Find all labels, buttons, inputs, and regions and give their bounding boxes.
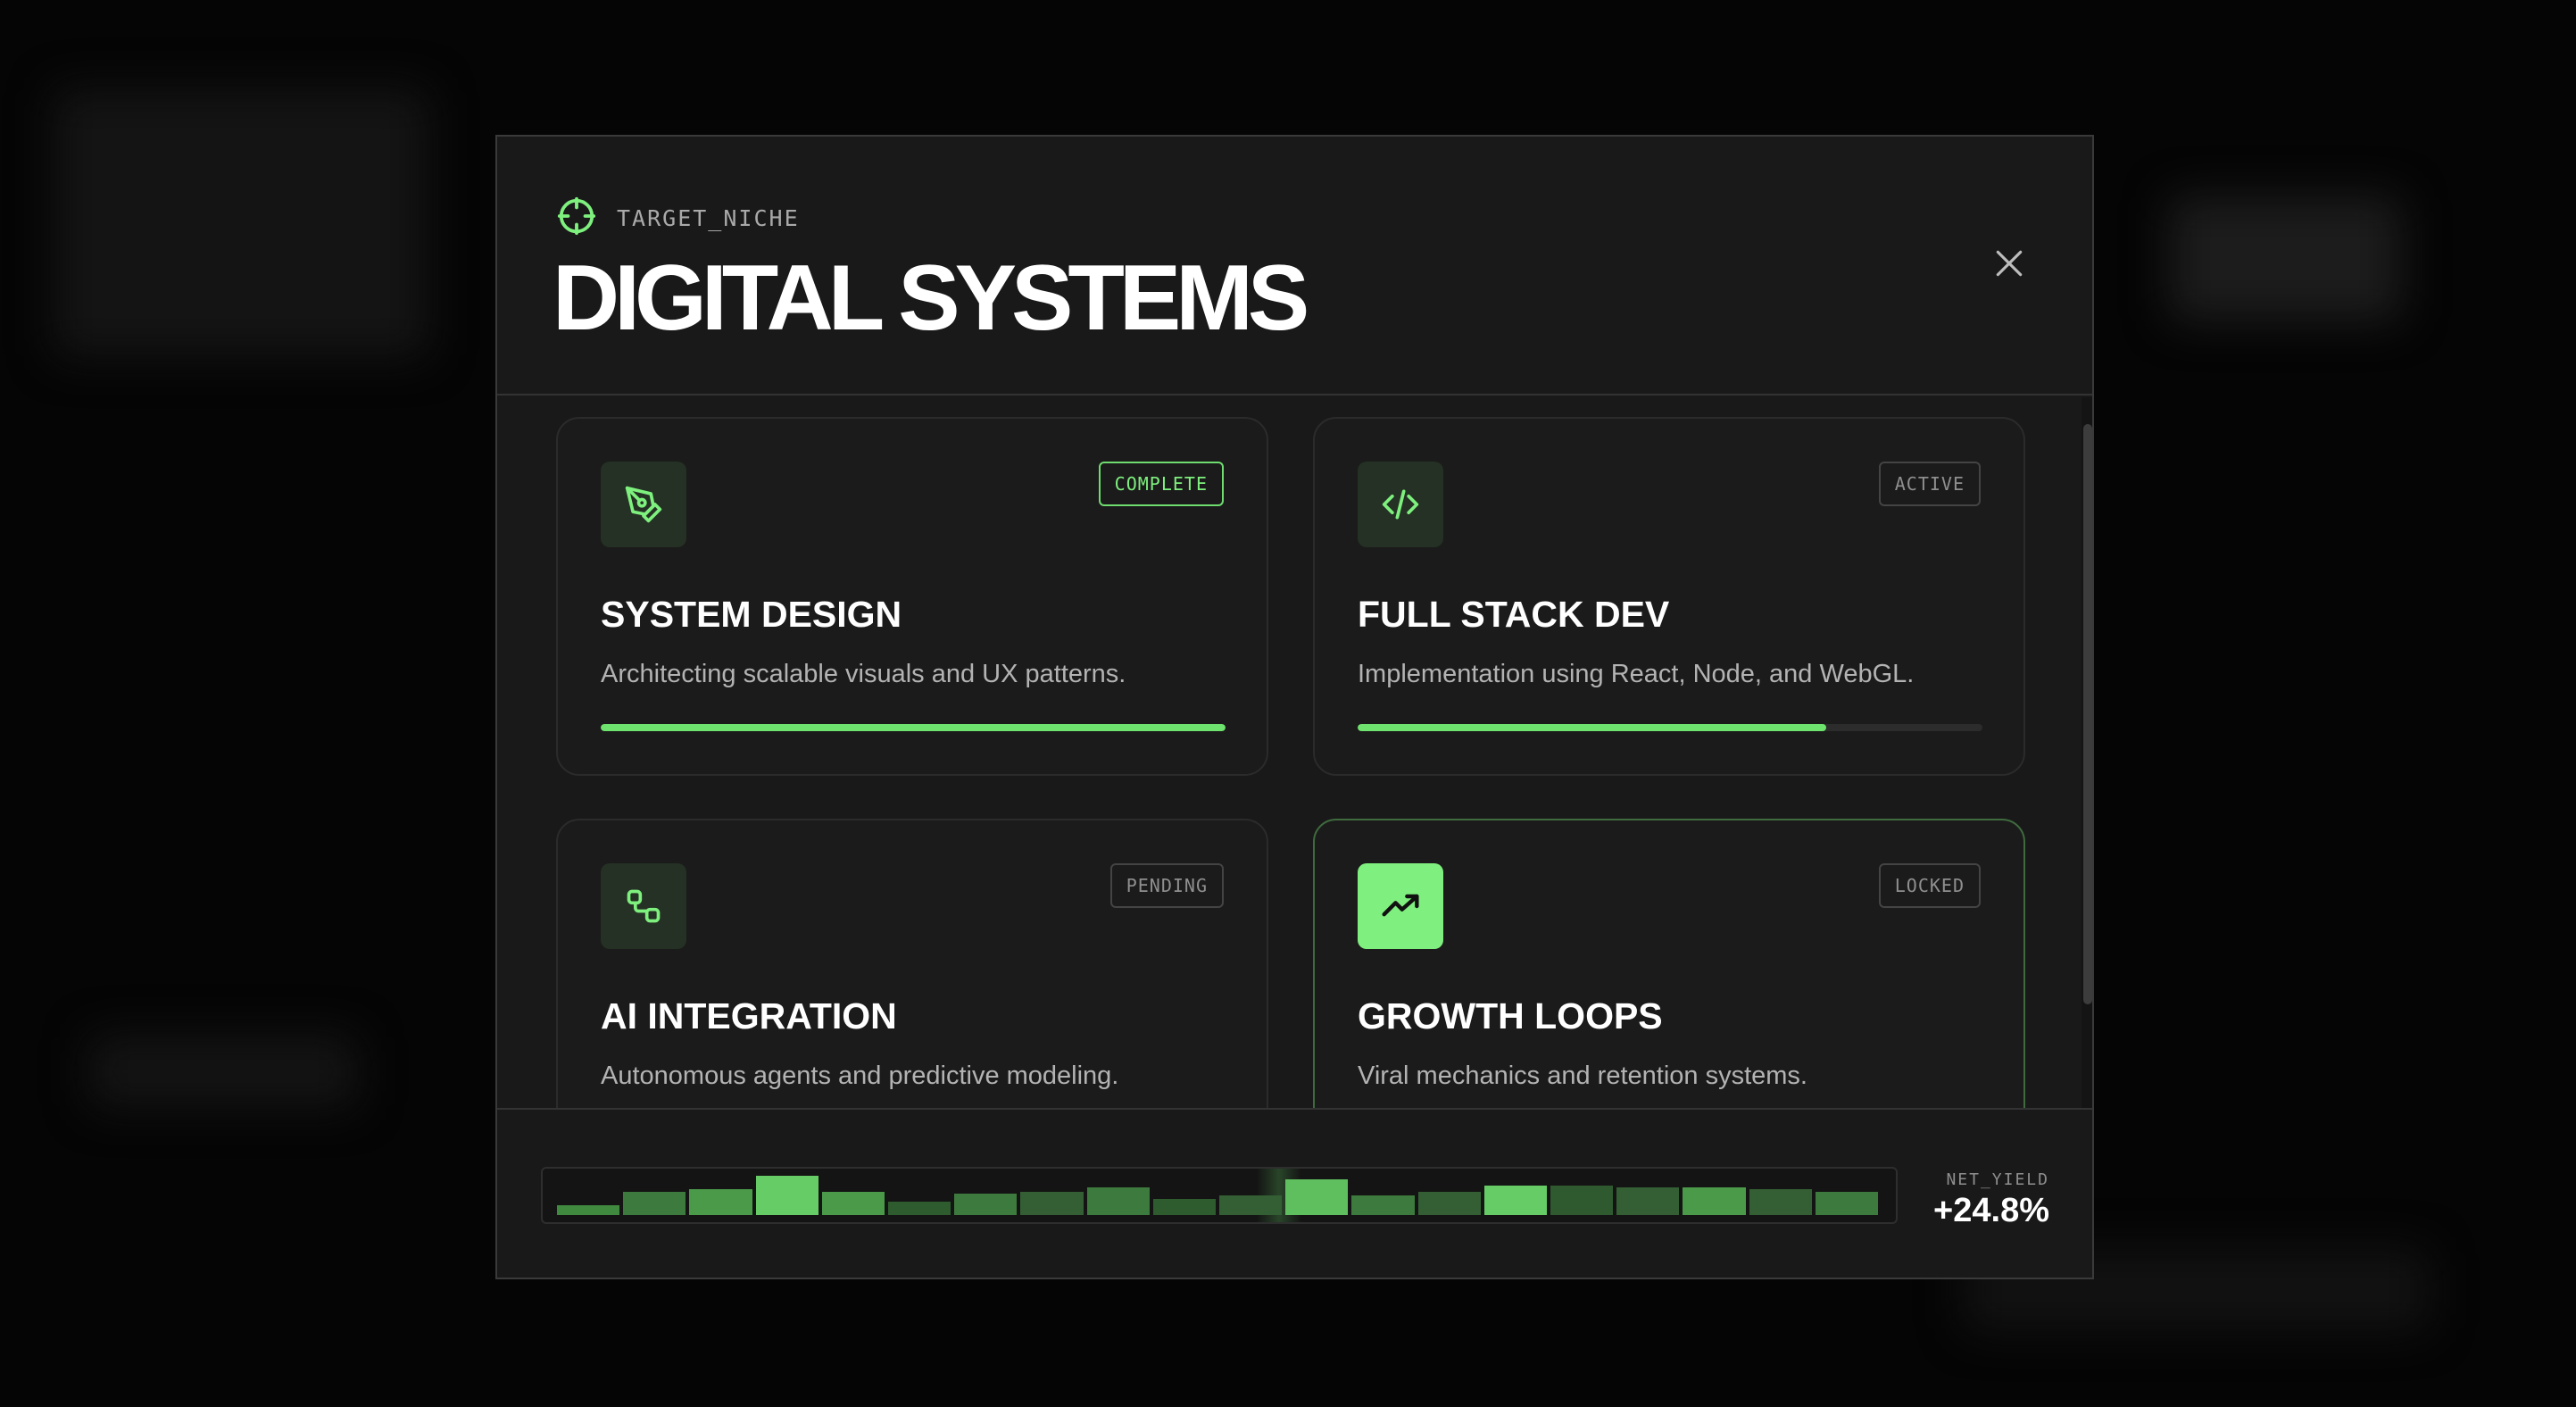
sparkline-bar <box>1749 1189 1812 1215</box>
status-badge: LOCKED <box>1878 863 1981 908</box>
card-system-design[interactable]: COMPLETE SYSTEM DESIGN Architecting scal… <box>556 417 1268 776</box>
eyebrow-row: TARGET_NICHE <box>556 196 800 241</box>
sparkline-bar <box>1550 1186 1614 1215</box>
workflow-icon <box>624 887 663 926</box>
card-icon-container <box>1358 863 1443 949</box>
status-badge: PENDING <box>1109 863 1224 908</box>
sparkline-bar <box>954 1194 1018 1215</box>
card-title: FULL STACK DEV <box>1358 594 1670 635</box>
sparkline-bar <box>1219 1195 1283 1215</box>
sparkline-bar <box>888 1202 951 1215</box>
card-icon-container <box>601 462 686 547</box>
trending-up-icon <box>1381 887 1420 926</box>
progress-bar <box>601 724 1226 731</box>
sparkline-bar <box>1152 1199 1216 1215</box>
code-icon <box>1381 485 1420 524</box>
status-badge: ACTIVE <box>1878 462 1981 506</box>
sparkline-bar <box>1616 1187 1680 1215</box>
sparkline-bar <box>1683 1187 1746 1215</box>
backdrop-shape <box>89 1036 357 1107</box>
card-title: AI INTEGRATION <box>601 995 897 1037</box>
sparkline-bar <box>1020 1192 1084 1215</box>
modal-header: TARGET_NICHE DIGITAL SYSTEMS <box>497 137 2092 395</box>
sparkline-bar <box>557 1205 620 1215</box>
sparkline-bars <box>557 1176 1882 1215</box>
scrollbar-thumb[interactable] <box>2083 424 2092 1004</box>
sparkline-bar <box>1483 1186 1547 1215</box>
close-button[interactable] <box>1979 233 2040 294</box>
sparkline-bar <box>1417 1192 1481 1215</box>
crosshair-icon <box>556 196 597 241</box>
modal-dialog: TARGET_NICHE DIGITAL SYSTEMS COMPLETE SY… <box>495 135 2094 1279</box>
card-full-stack-dev[interactable]: ACTIVE FULL STACK DEV Implementation usi… <box>1313 417 2025 776</box>
card-icon-container <box>601 863 686 949</box>
close-icon <box>1992 246 2026 280</box>
progress-fill <box>601 724 1226 731</box>
card-description: Autonomous agents and predictive modelin… <box>601 1061 1119 1090</box>
sparkline-bar <box>1086 1187 1150 1215</box>
card-title: SYSTEM DESIGN <box>601 594 902 635</box>
status-badge: COMPLETE <box>1098 462 1224 506</box>
sparkline-bar <box>623 1192 686 1215</box>
card-description: Implementation using React, Node, and We… <box>1358 660 1915 688</box>
sparkline-bar <box>689 1189 752 1215</box>
sparkline-bar <box>1285 1179 1349 1215</box>
yield-label: NET_YIELD <box>1946 1170 2049 1189</box>
backdrop-shape <box>54 89 428 357</box>
card-title: GROWTH LOOPS <box>1358 995 1663 1037</box>
card-description: Viral mechanics and retention systems. <box>1358 1061 1807 1090</box>
sparkline-bar <box>755 1176 819 1215</box>
progress-fill <box>1358 724 1826 731</box>
progress-bar <box>1358 724 1982 731</box>
eyebrow-label: TARGET_NICHE <box>617 205 800 231</box>
sparkline-bar <box>1351 1195 1415 1215</box>
modal-title: DIGITAL SYSTEMS <box>553 246 1309 350</box>
card-description: Architecting scalable visuals and UX pat… <box>601 660 1126 688</box>
pen-tool-icon <box>624 485 663 524</box>
sparkline-bar <box>821 1192 885 1215</box>
card-icon-container <box>1358 462 1443 547</box>
sparkline-bar <box>1815 1192 1878 1215</box>
backdrop-shape <box>2169 196 2401 321</box>
yield-value: +24.8% <box>1933 1192 2049 1229</box>
modal-footer: NET_YIELD +24.8% <box>497 1108 2092 1278</box>
yield-sparkline <box>541 1167 1898 1224</box>
